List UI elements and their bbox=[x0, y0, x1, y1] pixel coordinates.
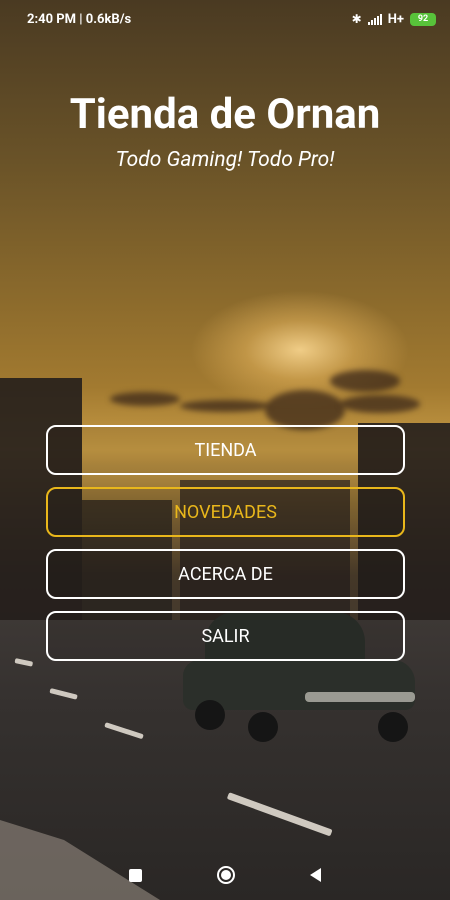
cloud bbox=[330, 370, 400, 392]
lane-mark bbox=[104, 722, 144, 740]
novedades-button[interactable]: NOVEDADES bbox=[46, 487, 405, 537]
cloud bbox=[265, 390, 345, 430]
salir-button[interactable]: SALIR bbox=[46, 611, 405, 661]
home-icon[interactable] bbox=[217, 866, 235, 884]
back-icon[interactable] bbox=[310, 868, 321, 882]
app-title: Tienda de Ornan bbox=[69, 90, 381, 139]
bluetooth-icon: ✱ bbox=[351, 12, 362, 26]
main-menu: TIENDA NOVEDADES ACERCA DE SALIR bbox=[46, 425, 405, 673]
status-bar: 2:40 PM | 0.6kB/s ✱ H+ 92 bbox=[0, 0, 450, 38]
cloud bbox=[340, 395, 420, 413]
battery-icon: 92 bbox=[410, 12, 436, 26]
signal-icon bbox=[367, 13, 382, 25]
lane-mark bbox=[226, 792, 333, 837]
status-time-speed: 2:40 PM | 0.6kB/s bbox=[27, 11, 132, 27]
cloud bbox=[180, 400, 270, 412]
navigation-bar bbox=[0, 850, 450, 900]
lane-mark bbox=[49, 688, 78, 700]
lane-mark bbox=[14, 658, 34, 667]
acerca-de-button[interactable]: ACERCA DE bbox=[46, 549, 405, 599]
network-type: H+ bbox=[387, 11, 404, 27]
status-icons: ✱ H+ 92 bbox=[352, 12, 436, 27]
recents-icon[interactable] bbox=[129, 868, 142, 882]
app-subtitle: Todo Gaming! Todo Pro! bbox=[115, 148, 335, 172]
cloud bbox=[110, 392, 180, 406]
tienda-button[interactable]: TIENDA bbox=[46, 425, 405, 475]
